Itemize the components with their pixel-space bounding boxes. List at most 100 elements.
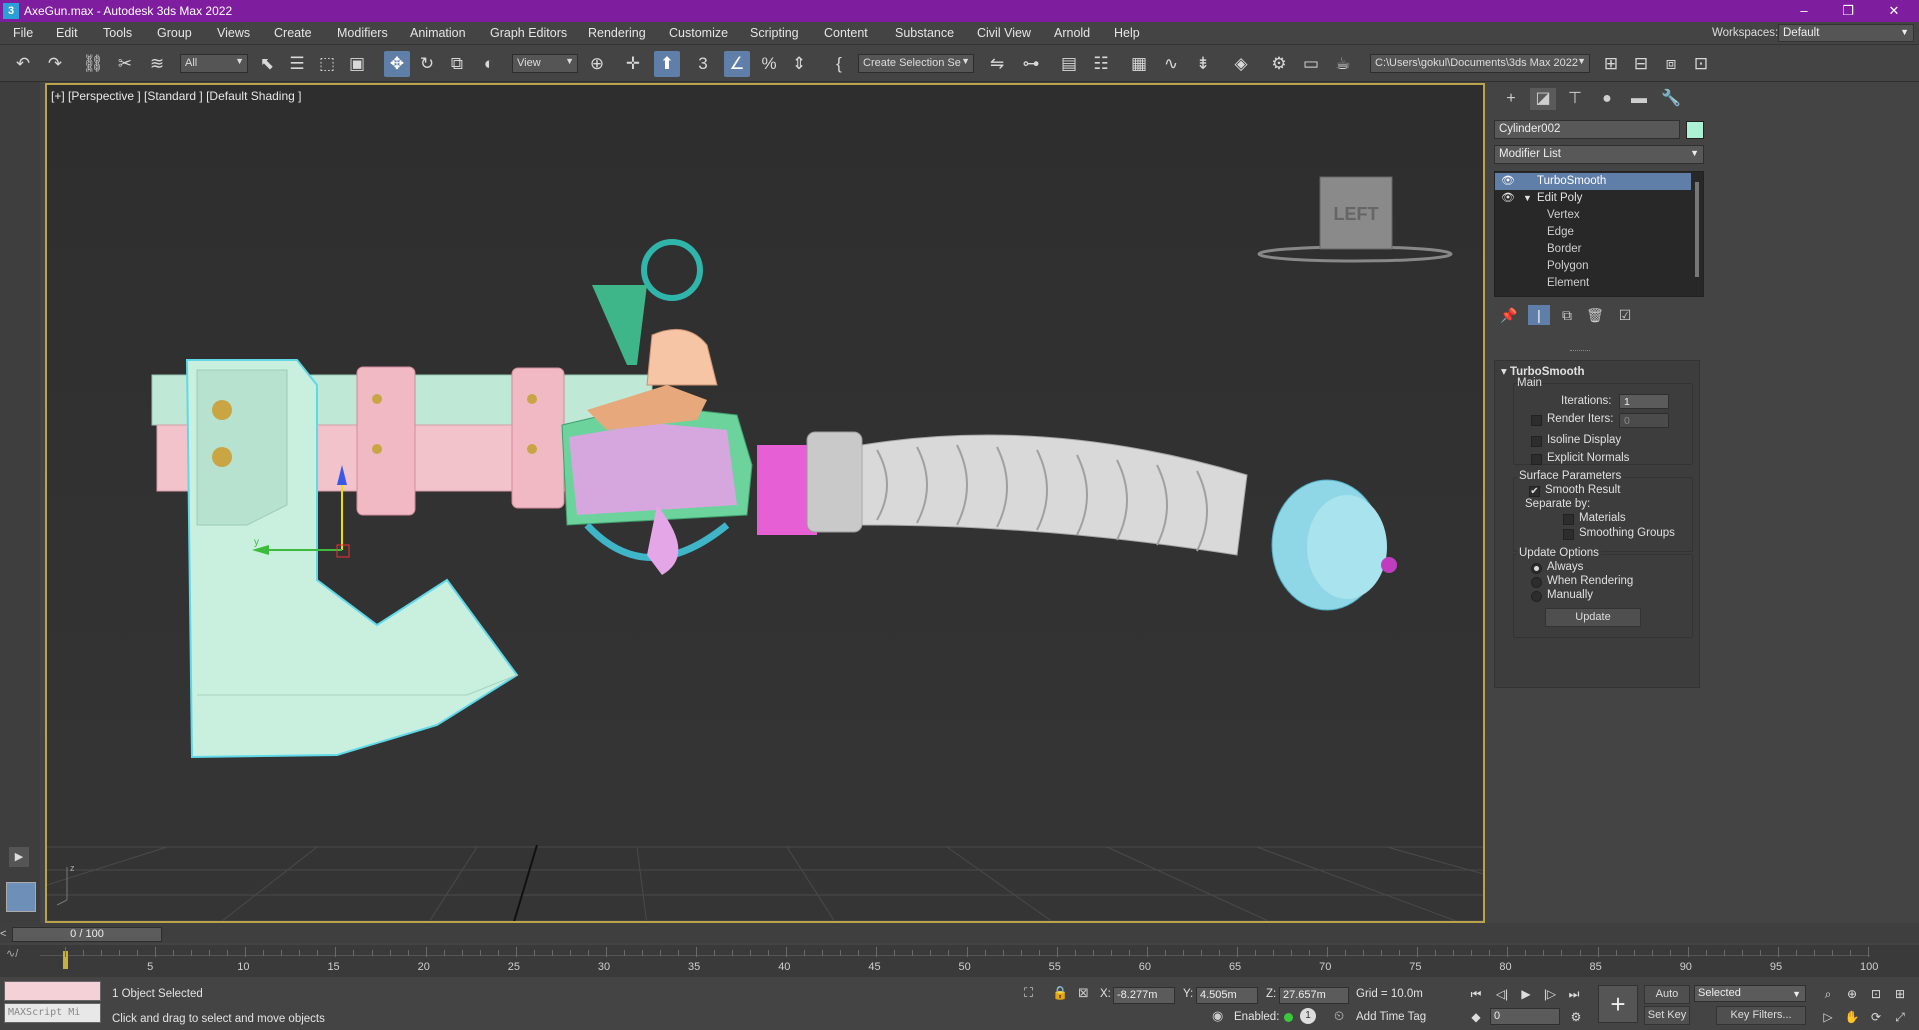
stack-item-edit-poly[interactable]: 👁 ▼ Edit Poly <box>1495 190 1691 207</box>
previous-frame-icon[interactable]: ◁| <box>1492 985 1512 1003</box>
expand-layouts-icon[interactable]: ▶ <box>9 847 29 867</box>
adaptive-degradation-icon[interactable]: ◉ <box>1212 1008 1223 1024</box>
workspaces-dropdown[interactable]: Default ▼ <box>1778 24 1914 42</box>
select-and-scale-icon[interactable]: ⧉ <box>444 51 470 77</box>
menu-edit[interactable]: Edit <box>56 26 78 40</box>
menu-animation[interactable]: Animation <box>410 26 466 40</box>
time-configuration-icon[interactable]: ⚙ <box>1566 1008 1586 1026</box>
explicit-normals-checkbox[interactable] <box>1531 454 1542 465</box>
rollout-title[interactable]: ▾ TurboSmooth <box>1501 364 1585 378</box>
utilities-tab-icon[interactable]: 🔧 <box>1658 88 1684 110</box>
absolute-mode-icon[interactable]: ⊠ <box>1078 985 1089 1001</box>
go-to-end-icon[interactable]: ⏭ <box>1564 985 1584 1003</box>
time-prev-arrow[interactable]: < <box>0 928 10 940</box>
track-bar[interactable]: ∿/ 5 10 15 20 25 30 35 40 45 50 55 60 65 70 75 80 85 90 95… <box>0 945 1919 977</box>
modifier-stack[interactable]: 👁 TurboSmooth 👁 ▼ Edit Poly Vertex Edge Bor… <box>1494 171 1704 297</box>
stack-subobject-polygon[interactable]: Polygon <box>1495 258 1691 275</box>
menu-substance[interactable]: Substance <box>895 26 954 40</box>
link-icon[interactable]: ⛓ <box>80 51 106 77</box>
expand-triangle-icon[interactable]: ▼ <box>1523 190 1532 207</box>
select-and-move-icon[interactable]: ✥ <box>384 51 410 77</box>
object-color-swatch[interactable] <box>1686 121 1704 139</box>
select-object-icon[interactable]: ⬉ <box>254 51 280 77</box>
menu-arnold[interactable]: Arnold <box>1054 26 1090 40</box>
snaps-toggle-icon[interactable]: 3 <box>690 51 716 77</box>
show-end-result-icon[interactable]: | <box>1528 305 1550 325</box>
make-unique-icon[interactable]: ⧉ <box>1556 305 1578 325</box>
hierarchy-tab-icon[interactable]: ⊤ <box>1562 88 1588 110</box>
perspective-viewport[interactable]: LEFT y z [+] [Perspective] [Standard] … <box>45 83 1485 923</box>
orbit-icon[interactable]: ⟳ <box>1866 1008 1886 1026</box>
smooth-result-checkbox[interactable]: ✔ <box>1529 486 1540 497</box>
select-and-place-icon[interactable]: ◐ <box>476 51 502 77</box>
minimize-button[interactable]: – <box>1782 0 1826 22</box>
stack-subobject-edge[interactable]: Edge <box>1495 224 1691 241</box>
curve-editor-icon[interactable]: ∿ <box>1158 51 1184 77</box>
project-folder-icon[interactable]: ⊞ <box>1598 51 1624 77</box>
menu-file[interactable]: File <box>13 26 33 40</box>
pan-view-icon[interactable]: ✋ <box>1842 1008 1862 1026</box>
stack-subobject-border[interactable]: Border <box>1495 241 1691 258</box>
isolate-selection-icon[interactable]: ⛶ <box>1024 985 1033 1001</box>
percent-snap-icon[interactable]: % <box>756 51 782 77</box>
unlink-icon[interactable]: ✂ <box>112 51 138 77</box>
y-coord-field[interactable]: 4.505m <box>1196 987 1258 1004</box>
manually-radio[interactable] <box>1531 591 1542 602</box>
go-to-start-icon[interactable]: ⏮ <box>1466 985 1486 1003</box>
render-iters-checkbox[interactable] <box>1531 415 1542 426</box>
motion-tab-icon[interactable]: ● <box>1594 88 1620 110</box>
eye-icon[interactable]: 👁 <box>1501 173 1515 190</box>
modify-tab-icon[interactable]: ◪ <box>1530 88 1556 110</box>
create-tab-icon[interactable]: + <box>1498 88 1524 110</box>
always-radio[interactable] <box>1531 563 1542 574</box>
x-coord-field[interactable]: -8.277m <box>1113 987 1175 1004</box>
render-iters-spinner[interactable]: 0 <box>1619 413 1669 428</box>
stack-subobject-element[interactable]: Element <box>1495 275 1691 292</box>
isoline-display-checkbox[interactable] <box>1531 436 1542 447</box>
add-time-tag-icon[interactable]: ⏲ <box>1334 1008 1344 1024</box>
stack-item-turbosmooth[interactable]: 👁 TurboSmooth <box>1495 173 1691 190</box>
set-key-button[interactable]: Set Key <box>1644 1006 1690 1025</box>
eye-icon[interactable]: 👁 <box>1501 190 1515 207</box>
render-production-icon[interactable]: ☕ <box>1330 51 1356 77</box>
zoom-icon[interactable]: ⌕ <box>1818 985 1838 1003</box>
menu-content[interactable]: Content <box>824 26 868 40</box>
time-slider[interactable]: 0 / 100 <box>12 927 162 942</box>
align-icon[interactable]: ⊶ <box>1018 51 1044 77</box>
render-setup-icon[interactable]: ⚙ <box>1266 51 1292 77</box>
smoothing-groups-checkbox[interactable] <box>1563 529 1574 540</box>
auto-key-button[interactable]: Auto Key <box>1644 985 1690 1017</box>
rendered-frame-window-icon[interactable]: ▭ <box>1298 51 1324 77</box>
maximize-viewport-icon[interactable]: ⤢ <box>1890 1008 1910 1026</box>
stack-subobject-vertex[interactable]: Vertex <box>1495 207 1691 224</box>
current-frame-field[interactable]: 0 <box>1490 1008 1560 1025</box>
update-button[interactable]: Update <box>1545 608 1641 627</box>
object-name-field[interactable]: Cylinder002 <box>1494 120 1680 139</box>
rect-selection-region-icon[interactable]: ⬚ <box>314 51 340 77</box>
next-frame-icon[interactable]: |▷ <box>1540 985 1560 1003</box>
menu-civil-view[interactable]: Civil View <box>977 26 1031 40</box>
named-selection-sets-dropdown[interactable]: Create Selection Se ▼ <box>858 54 974 73</box>
viewport-layout-tab[interactable] <box>6 882 36 912</box>
modifier-list-dropdown[interactable]: Modifier List ▼ <box>1494 145 1704 164</box>
menu-help[interactable]: Help <box>1114 26 1140 40</box>
menu-graph-editors[interactable]: Graph Editors <box>490 26 567 40</box>
set-keys-icon[interactable]: + <box>1598 985 1638 1023</box>
material-editor-icon[interactable]: ◈ <box>1228 51 1254 77</box>
iterations-spinner[interactable]: 1 <box>1619 394 1669 409</box>
remove-modifier-icon[interactable]: 🗑 <box>1584 305 1606 325</box>
zoom-all-icon[interactable]: ⊕ <box>1842 985 1862 1003</box>
select-and-rotate-icon[interactable]: ↻ <box>414 51 440 77</box>
time-tag-icon[interactable]: 1 <box>1300 1008 1316 1024</box>
angle-snap-icon[interactable]: ∠ <box>724 51 750 77</box>
menu-scripting[interactable]: Scripting <box>750 26 799 40</box>
reference-coordinate-dropdown[interactable]: View ▼ <box>512 54 578 73</box>
pin-stack-icon[interactable]: 📌 <box>1498 305 1520 325</box>
selection-set-dropdown[interactable]: Selected ▼ <box>1694 985 1806 1002</box>
undo-icon[interactable]: ↶ <box>10 51 36 77</box>
field-of-view-icon[interactable]: ▷ <box>1818 1008 1838 1026</box>
maxscript-listener-mini[interactable] <box>4 981 101 1001</box>
layer-explorer-icon[interactable]: ☷ <box>1088 51 1114 77</box>
workspace-layout-icon[interactable]: ⧈ <box>1658 51 1684 77</box>
scene-explorer-icon[interactable]: ▤ <box>1056 51 1082 77</box>
